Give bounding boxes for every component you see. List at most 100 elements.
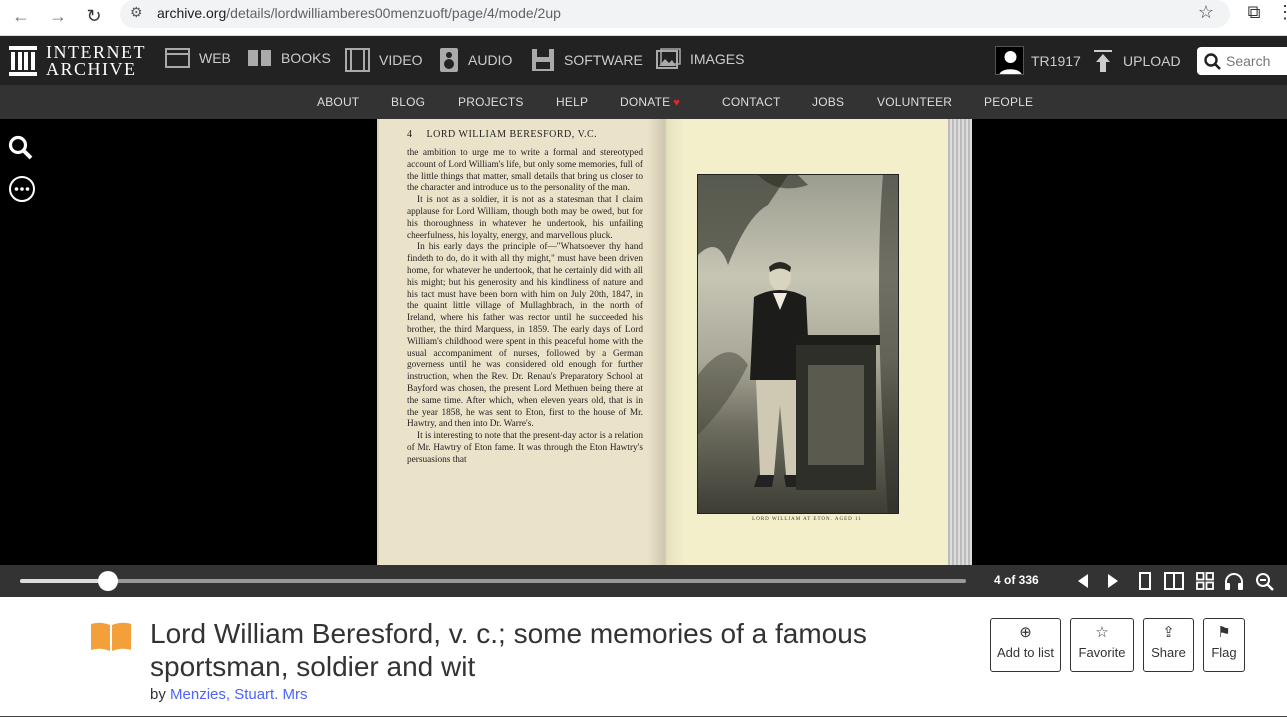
book-gutter bbox=[647, 119, 685, 565]
username: TR1917 bbox=[1031, 52, 1081, 69]
subnav-people[interactable]: PEOPLE bbox=[984, 95, 1033, 109]
subnav-projects[interactable]: PROJECTS bbox=[458, 95, 524, 109]
more-options-icon[interactable] bbox=[8, 175, 36, 203]
bookmark-star-icon[interactable]: ☆ bbox=[1198, 2, 1214, 23]
url-text: archive.org/details/lordwilliamberes00me… bbox=[157, 5, 561, 21]
subnav-blog[interactable]: BLOG bbox=[391, 95, 425, 109]
next-page-icon[interactable] bbox=[1106, 574, 1120, 588]
paragraph: In his early days the principle of—"What… bbox=[407, 242, 643, 430]
nav-web[interactable]: WEB bbox=[165, 48, 231, 68]
headphones-icon[interactable] bbox=[1224, 572, 1244, 590]
zoom-out-icon[interactable] bbox=[1255, 572, 1275, 592]
browser-toolbar: ← → ↻ ⚙ archive.org/details/lordwilliamb… bbox=[0, 0, 1287, 36]
add-to-list-button[interactable]: ⊕ Add to list bbox=[990, 618, 1061, 672]
books-icon bbox=[248, 50, 271, 66]
author-link[interactable]: Menzies, Stuart. Mrs bbox=[170, 686, 308, 703]
book-icon bbox=[91, 622, 131, 651]
extensions-icon[interactable]: ⧉ bbox=[1243, 2, 1265, 24]
left-page[interactable]: 4 LORD WILLIAM BERESFORD, V.C. the ambiti… bbox=[377, 119, 666, 565]
reload-icon[interactable]: ↻ bbox=[82, 4, 106, 28]
page-slider-fill bbox=[20, 579, 108, 583]
nav-software[interactable]: SOFTWARE bbox=[531, 48, 643, 72]
search-icon bbox=[1204, 52, 1221, 70]
upload-label: UPLOAD bbox=[1123, 53, 1181, 69]
subnav-help[interactable]: HELP bbox=[556, 95, 588, 109]
upload-icon bbox=[1094, 50, 1112, 72]
floppy-icon bbox=[532, 49, 554, 71]
ia-wordmark-line2: ARCHIVE bbox=[46, 59, 137, 79]
nav-audio-label: AUDIO bbox=[468, 52, 513, 68]
paragraph: It is not as a soldier, it is not as a s… bbox=[407, 195, 643, 241]
item-title: Lord William Beresford, v. c.; some memo… bbox=[150, 618, 867, 682]
image-icon bbox=[656, 48, 681, 69]
url-path: /details/lordwilliamberes00menzuoft/page… bbox=[226, 5, 561, 21]
flag-button[interactable]: ⚑ Flag bbox=[1203, 618, 1245, 672]
share-icon: ⇪ bbox=[1162, 624, 1175, 641]
reader-controls: 4 of 336 bbox=[0, 565, 1287, 597]
two-page-view-icon[interactable] bbox=[1164, 572, 1184, 590]
subnav-volunteer[interactable]: VOLUNTEER bbox=[877, 95, 952, 109]
ia-temple-icon bbox=[9, 46, 37, 76]
running-head: 4 LORD WILLIAM BERESFORD, V.C. bbox=[407, 129, 597, 140]
site-info-icon[interactable]: ⚙ bbox=[130, 4, 143, 21]
byline: by Menzies, Stuart. Mrs bbox=[150, 686, 308, 703]
back-arrow-icon[interactable]: ← bbox=[9, 4, 33, 28]
address-bar[interactable]: ⚙ archive.org/details/lordwilliamberes00… bbox=[120, 0, 1230, 28]
page-body-text: the ambition to urge me to write a forma… bbox=[407, 148, 643, 467]
nav-audio[interactable]: AUDIO bbox=[439, 48, 512, 72]
ia-logo[interactable]: INTERNET ARCHIVE bbox=[9, 43, 146, 79]
item-details: Lord William Beresford, v. c.; some memo… bbox=[0, 597, 1287, 717]
search-inside-icon[interactable] bbox=[8, 135, 34, 161]
previous-page-icon[interactable] bbox=[1076, 574, 1090, 588]
ia-wordmark: INTERNET ARCHIVE bbox=[46, 43, 146, 79]
upload-button[interactable]: UPLOAD bbox=[1093, 50, 1181, 72]
book-spread[interactable]: 4 LORD WILLIAM BERESFORD, V.C. the ambiti… bbox=[377, 119, 972, 565]
one-page-view-icon[interactable] bbox=[1139, 572, 1151, 590]
forward-arrow-icon[interactable]: → bbox=[46, 4, 70, 28]
heart-icon: ♥ bbox=[673, 97, 681, 109]
nav-books-label: BOOKS bbox=[281, 50, 331, 66]
thumbnail-view-icon[interactable] bbox=[1196, 572, 1214, 590]
film-icon bbox=[345, 48, 370, 72]
search-input[interactable]: Search bbox=[1197, 47, 1287, 75]
favorite-button[interactable]: ☆ Favorite bbox=[1070, 618, 1134, 672]
book-reader: 4 LORD WILLIAM BERESFORD, V.C. the ambiti… bbox=[0, 119, 1287, 565]
nav-video-label: VIDEO bbox=[379, 52, 423, 68]
plate-caption: LORD WILLIAM AT ETON. AGED 11 bbox=[752, 517, 862, 522]
nav-video[interactable]: VIDEO bbox=[345, 48, 423, 72]
flag-label: Flag bbox=[1211, 645, 1237, 660]
share-label: Share bbox=[1151, 645, 1186, 660]
speaker-icon bbox=[440, 48, 458, 72]
star-icon: ☆ bbox=[1095, 624, 1109, 641]
avatar bbox=[995, 46, 1024, 75]
nav-images-label: IMAGES bbox=[690, 50, 745, 67]
add-to-list-label: Add to list bbox=[996, 645, 1055, 660]
page-slider-handle[interactable] bbox=[97, 571, 118, 591]
right-page[interactable]: LORD WILLIAM AT ETON. AGED 11 bbox=[666, 119, 948, 565]
share-button[interactable]: ⇪ Share bbox=[1143, 618, 1194, 672]
page-slider-track[interactable] bbox=[20, 579, 966, 583]
nav-images[interactable]: IMAGES bbox=[656, 48, 744, 69]
add-circle-icon: ⊕ bbox=[1019, 624, 1032, 641]
running-head-title: LORD WILLIAM BERESFORD, V.C. bbox=[426, 129, 598, 140]
ia-header: INTERNET ARCHIVE WEB BOOKS VIDEO AUDIO S… bbox=[0, 36, 1287, 85]
paragraph: the ambition to urge me to write a forma… bbox=[407, 148, 643, 194]
byline-prefix: by bbox=[150, 686, 166, 703]
nav-books[interactable]: BOOKS bbox=[247, 48, 331, 68]
paragraph: It is interesting to note that the prese… bbox=[407, 431, 643, 465]
url-domain: archive.org bbox=[157, 5, 227, 21]
nav-web-label: WEB bbox=[199, 50, 231, 66]
page-number: 4 bbox=[407, 129, 413, 140]
subnav-donate[interactable]: DONATE ♥ bbox=[620, 95, 680, 109]
page-indicator: 4 of 336 bbox=[994, 573, 1039, 587]
web-icon bbox=[165, 48, 190, 68]
subnav-about[interactable]: ABOUT bbox=[317, 95, 359, 109]
subnav-donate-label: DONATE bbox=[620, 95, 671, 109]
subnav-jobs[interactable]: JOBS bbox=[812, 95, 844, 109]
portrait-photo bbox=[698, 175, 898, 513]
page-edges bbox=[948, 119, 972, 565]
user-menu[interactable]: TR1917 bbox=[995, 46, 1081, 75]
subnav-contact[interactable]: CONTACT bbox=[722, 95, 781, 109]
flag-icon: ⚑ bbox=[1217, 624, 1231, 641]
browser-menu-icon[interactable]: ⋮ bbox=[1276, 2, 1287, 23]
